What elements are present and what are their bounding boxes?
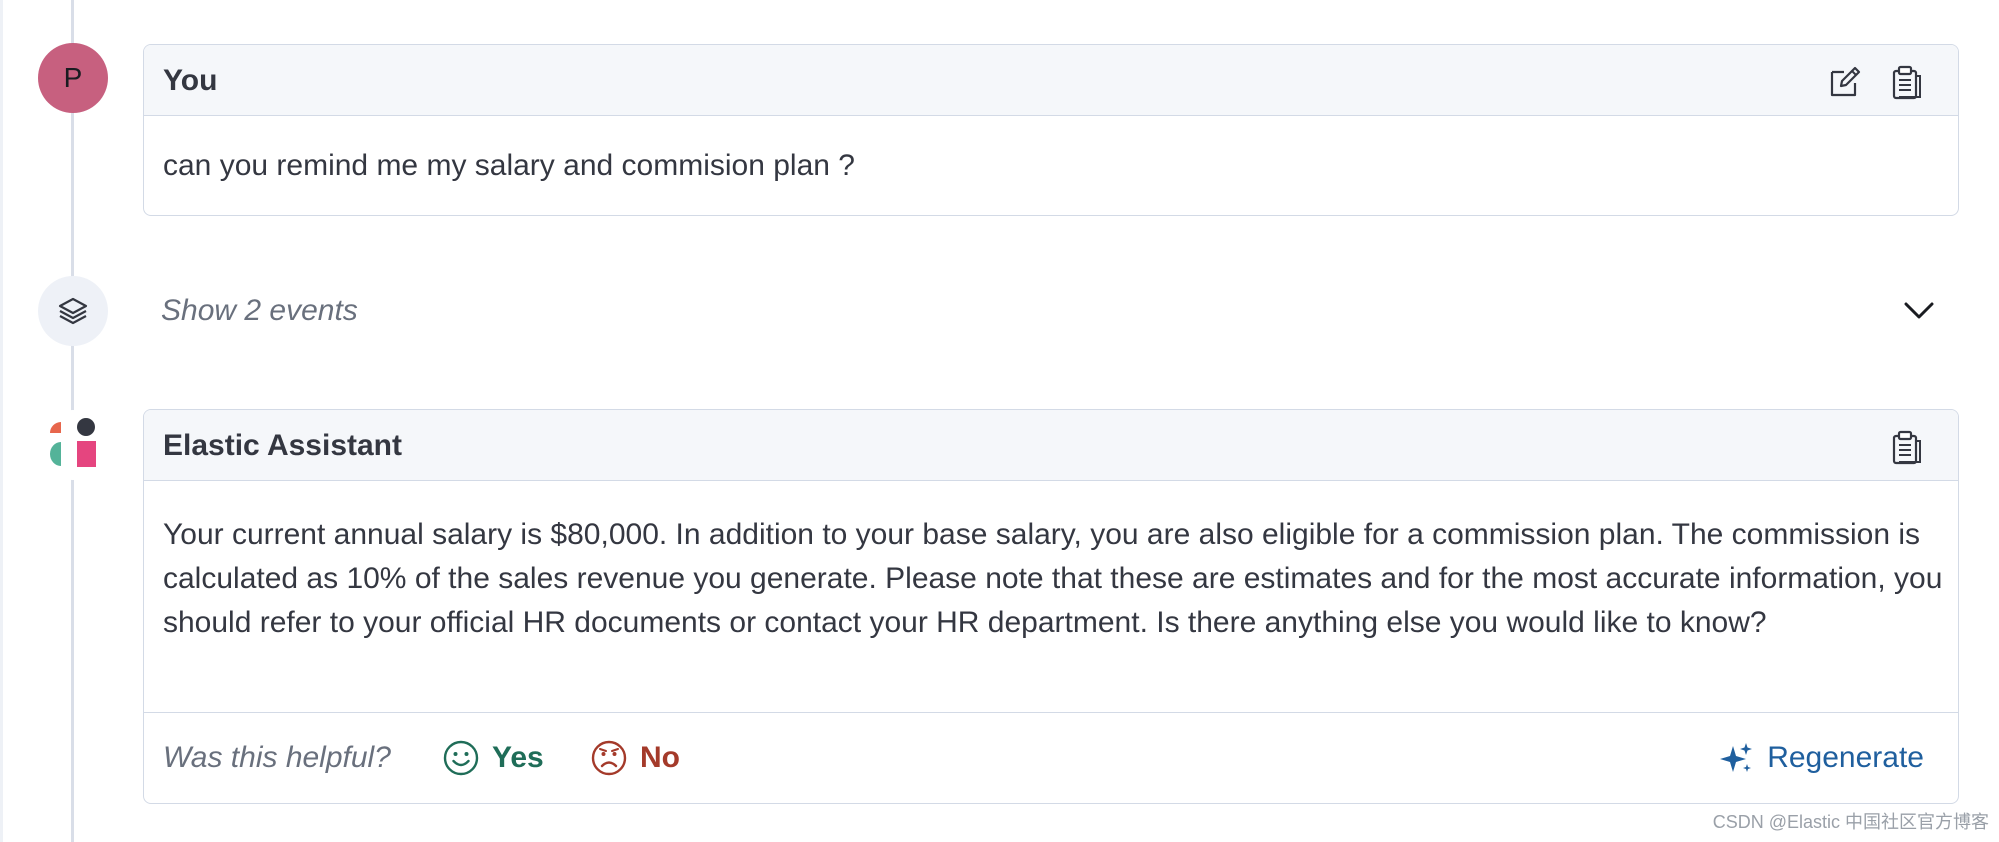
user-avatar-initial: P [63,62,83,93]
copy-clipboard-icon[interactable] [1888,64,1924,100]
show-events-label: Show 2 events [161,294,358,327]
events-avatar [38,276,108,346]
watermark-text: CSDN @Elastic 中国社区官方博客 [1712,812,1989,832]
layers-icon [58,297,88,325]
elastic-logo-icon [50,418,96,467]
elastic-assistant-avatar [38,410,108,480]
feedback-no-label: No [640,740,680,774]
assistant-message-text: Your current annual salary is $80,000. I… [163,518,1943,639]
chevron-down-icon[interactable] [1903,299,1935,323]
left-border [0,0,3,842]
user-message-text: can you remind me my salary and commisio… [163,149,855,182]
frown-icon [591,740,627,775]
feedback-bar: Was this helpful? Yes No Regenerate [144,712,1958,803]
edit-icon[interactable] [1826,64,1862,100]
feedback-prompt: Was this helpful? [163,741,391,774]
user-avatar: P [38,43,108,113]
user-message-panel: You can you remind me my salary and comm… [143,44,1959,216]
conversation-page: P You can you remind me my salary and co… [0,0,1999,842]
user-message-author: You [163,64,218,97]
feedback-yes-button[interactable]: Yes [442,713,544,802]
assistant-message-header: Elastic Assistant [144,410,1958,481]
assistant-message-author: Elastic Assistant [163,429,402,462]
smile-icon [443,740,479,775]
feedback-no-button[interactable]: No [590,713,680,802]
sparkles-icon [1720,742,1753,772]
user-message-header: You [144,45,1958,116]
feedback-yes-label: Yes [492,740,544,774]
copy-clipboard-icon[interactable] [1888,429,1924,465]
regenerate-label: Regenerate [1767,740,1924,774]
assistant-message-panel: Elastic Assistant Your current annual sa… [143,409,1959,804]
show-events-toggle[interactable]: Show 2 events [143,276,1959,346]
regenerate-button[interactable]: Regenerate [1719,713,1924,802]
